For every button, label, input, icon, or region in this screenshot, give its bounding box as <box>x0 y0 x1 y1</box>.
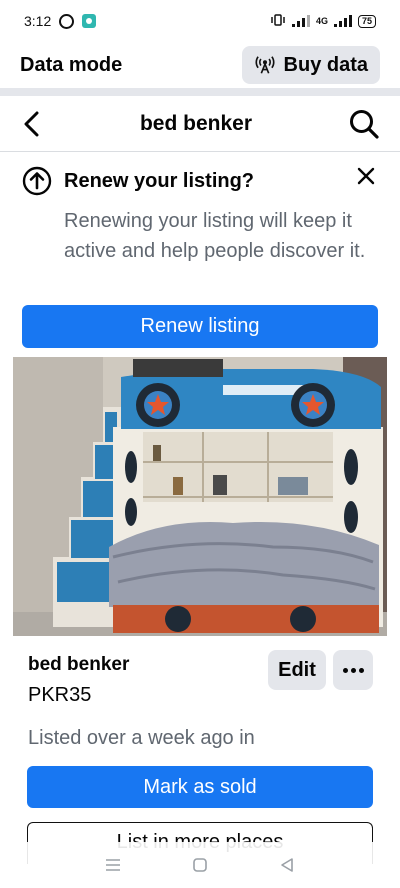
back-button[interactable] <box>18 110 46 138</box>
menu-nav-button[interactable] <box>103 855 123 875</box>
listed-time-text: Listed over a week ago in <box>28 727 255 749</box>
listing-price: PKR35 <box>28 684 92 706</box>
signal-icon-2 <box>333 15 352 27</box>
close-icon <box>357 167 375 185</box>
status-time: 3:12 <box>24 13 52 29</box>
data-mode-bar: Data mode Buy data <box>0 42 400 88</box>
chevron-left-icon <box>24 111 39 136</box>
system-nav-bar <box>0 842 400 888</box>
data-mode-title: Data mode <box>20 53 123 76</box>
status-right: 4G 75 <box>270 13 376 29</box>
status-bar: 3:12 4G 75 <box>0 0 400 42</box>
buy-data-label: Buy data <box>283 53 368 76</box>
network-type: 4G <box>315 16 328 26</box>
buy-data-button[interactable]: Buy data <box>241 46 380 84</box>
more-dots-icon <box>342 667 364 673</box>
menu-icon <box>106 859 121 871</box>
edit-button[interactable]: Edit <box>268 650 326 690</box>
search-icon <box>350 109 379 139</box>
bunk-bed-photo <box>13 357 387 636</box>
status-left: 3:12 <box>24 13 97 29</box>
arrow-up-circle-icon <box>22 166 52 196</box>
section-divider <box>0 88 400 96</box>
close-button[interactable] <box>354 164 378 188</box>
renew-description: Renewing your listing will keep it activ… <box>64 210 366 262</box>
more-options-button[interactable] <box>333 650 373 690</box>
home-nav-button[interactable] <box>190 855 210 875</box>
back-nav-button[interactable] <box>277 855 297 875</box>
listing-title: bed benker <box>28 654 130 675</box>
antenna-icon <box>255 56 274 74</box>
facebook-notification-icon <box>59 13 75 29</box>
signal-icon <box>291 15 310 27</box>
renew-title: Renew your listing? <box>64 169 255 192</box>
mark-as-sold-button[interactable]: Mark as sold <box>27 766 373 808</box>
renew-banner-heading: Renew your listing? <box>22 166 254 196</box>
renew-listing-button[interactable]: Renew listing <box>22 305 378 348</box>
app-notification-icon <box>82 14 97 28</box>
page-title: bed benker <box>139 111 253 135</box>
back-triangle-icon <box>280 858 293 872</box>
page-header: bed benker <box>0 96 400 152</box>
listing-photo[interactable] <box>13 357 387 636</box>
home-square-icon <box>193 858 207 872</box>
battery-icon: 75 <box>357 14 376 28</box>
vibrate-icon <box>270 13 286 29</box>
search-button[interactable] <box>346 106 382 142</box>
